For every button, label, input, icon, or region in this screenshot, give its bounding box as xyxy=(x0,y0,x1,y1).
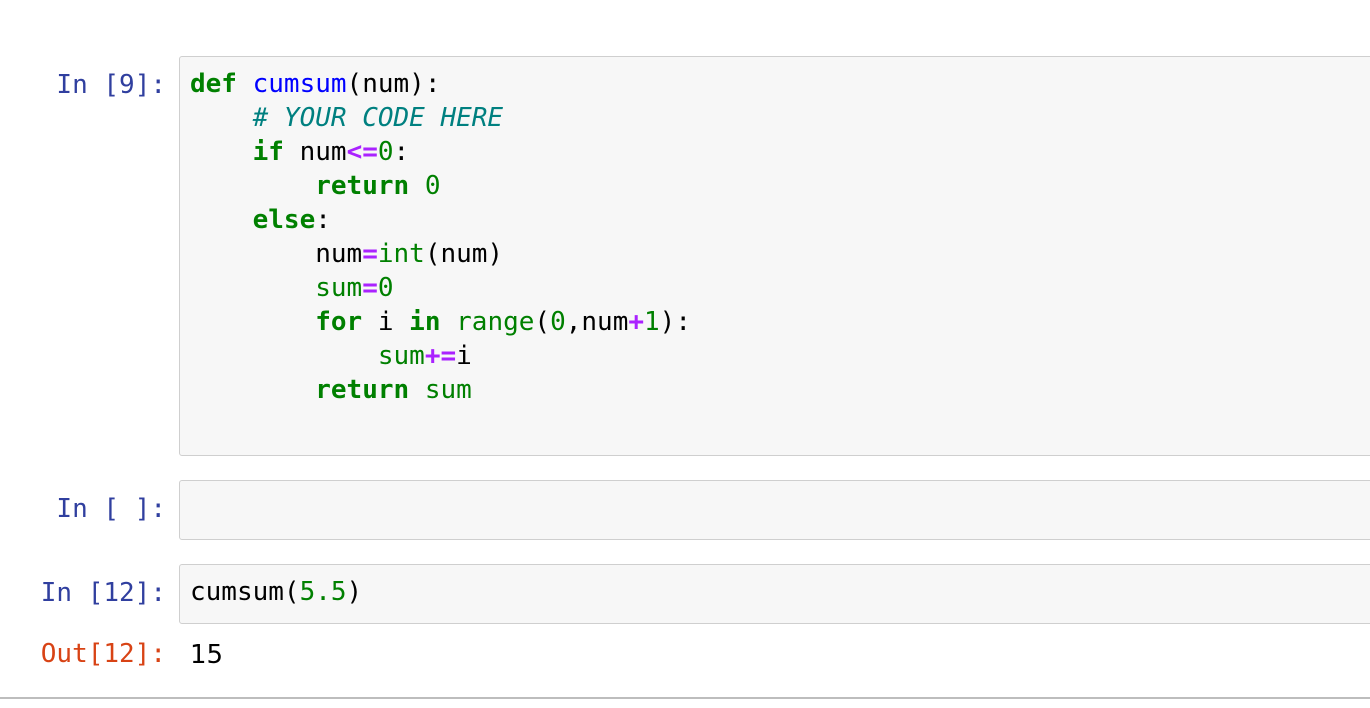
output-prompt: Out[12]: xyxy=(40,639,166,669)
code-token: += xyxy=(424,341,457,371)
code-token: sum xyxy=(377,341,425,371)
code-token: = xyxy=(362,239,378,269)
code-token: # YOUR CODE HERE xyxy=(252,103,504,133)
code-token: ) xyxy=(346,577,363,607)
code-editor[interactable] xyxy=(179,480,1370,540)
code-token: cumsum xyxy=(252,69,347,99)
code-line: cumsum(5.5) xyxy=(190,575,362,609)
code-token: (num): xyxy=(346,69,441,99)
code-token: return xyxy=(315,375,410,405)
code-token: ): xyxy=(659,307,691,337)
code-token: cumsum( xyxy=(190,577,300,607)
code-token: sum xyxy=(315,273,363,303)
code-token: : xyxy=(315,205,331,235)
code-token: 0 xyxy=(377,273,394,303)
code-line: num=int(num) xyxy=(190,237,691,271)
code-token: ,num xyxy=(565,307,629,337)
code-token: : xyxy=(393,137,410,167)
code-token: i xyxy=(456,341,472,371)
input-prompt: In [12]: xyxy=(40,578,166,608)
input-prompt: In [ ]: xyxy=(56,494,166,524)
code-token: num xyxy=(190,239,363,269)
code-token: else xyxy=(252,205,316,235)
code-content[interactable]: def cumsum(num): # YOUR CODE HERE if num… xyxy=(190,67,691,407)
code-cell-1[interactable]: In [9]: def cumsum(num): # YOUR CODE HER… xyxy=(0,56,1370,456)
code-token: for xyxy=(315,307,363,337)
code-editor[interactable]: cumsum(5.5) xyxy=(179,564,1370,624)
code-cell-3[interactable]: In [12]: cumsum(5.5) Out[12]: 15 xyxy=(0,564,1370,684)
code-token: def xyxy=(190,69,237,99)
code-token: int xyxy=(377,239,425,269)
code-token: <= xyxy=(346,137,378,167)
code-line: if num<=0: xyxy=(190,135,691,169)
code-line: for i in range(0,num+1): xyxy=(190,305,691,339)
code-line: sum=0 xyxy=(190,271,691,305)
code-line: return 0 xyxy=(190,169,691,203)
code-token: ( xyxy=(534,307,551,337)
code-line: # YOUR CODE HERE xyxy=(190,101,691,135)
notebook-bottom-divider xyxy=(0,697,1370,699)
code-line: return sum xyxy=(190,373,691,407)
code-token: if xyxy=(252,137,284,167)
code-token: i xyxy=(362,307,410,337)
code-token: num xyxy=(283,137,347,167)
input-prompt: In [9]: xyxy=(56,70,166,100)
code-token: range xyxy=(456,307,535,337)
code-line: sum+=i xyxy=(190,339,691,373)
code-editor[interactable]: def cumsum(num): # YOUR CODE HERE if num… xyxy=(179,56,1370,456)
output-result: 15 xyxy=(190,640,224,670)
code-token: sum xyxy=(424,375,472,405)
code-token: (num) xyxy=(424,239,504,269)
code-token: = xyxy=(362,273,378,303)
code-content[interactable]: cumsum(5.5) xyxy=(190,575,362,609)
code-token: return xyxy=(315,171,410,201)
code-cell-2[interactable]: In [ ]: xyxy=(0,480,1370,540)
code-token: 5.5 xyxy=(299,577,347,607)
code-token: + xyxy=(628,307,645,337)
code-token: 0 xyxy=(424,171,441,201)
code-line: else: xyxy=(190,203,691,237)
code-token: 0 xyxy=(377,137,394,167)
code-token: 0 xyxy=(550,307,566,337)
code-token: in xyxy=(409,307,441,337)
code-line: def cumsum(num): xyxy=(190,67,691,101)
code-token: 1 xyxy=(644,307,660,337)
